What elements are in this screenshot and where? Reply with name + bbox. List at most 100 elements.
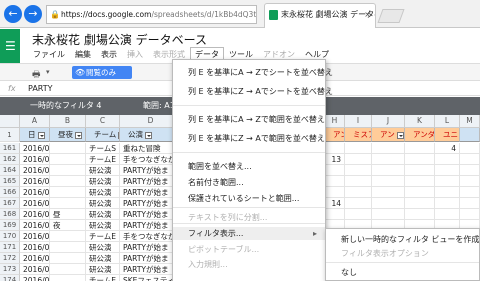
table-cell[interactable]: 2016/08/21 xyxy=(20,198,50,209)
table-cell-value[interactable]: 14 xyxy=(325,198,345,209)
forward-icon[interactable]: → xyxy=(24,5,42,23)
table-cell[interactable]: 2016/08/15 xyxy=(20,176,50,187)
table-cell[interactable] xyxy=(435,154,460,165)
table-cell[interactable] xyxy=(405,165,435,176)
printer-icon[interactable]: 🖶 xyxy=(32,67,41,83)
column-header-C[interactable]: C xyxy=(86,115,120,128)
row-header[interactable]: 174 xyxy=(0,275,20,281)
table-cell[interactable] xyxy=(372,176,405,187)
table-cell[interactable] xyxy=(372,154,405,165)
menu-item-sort-range-az[interactable]: 列 E を基準にA → Zで範囲を並べ替え xyxy=(188,114,325,125)
submenu-item-none[interactable]: なし xyxy=(341,267,357,278)
table-cell[interactable]: 2016/08/28 xyxy=(20,220,50,231)
table-cell[interactable]: 2016/08/02 xyxy=(20,154,50,165)
filter-dropdown-icon[interactable] xyxy=(396,131,404,139)
row-header[interactable]: 162 xyxy=(0,154,20,165)
address-bar[interactable]: 🔒 https://docs.google.com/spreadsheets/d… xyxy=(46,5,257,24)
table-cell[interactable] xyxy=(460,143,480,154)
filter-dropdown-icon[interactable] xyxy=(75,131,82,139)
table-cell[interactable]: チームE xyxy=(86,154,120,165)
table-cell[interactable] xyxy=(405,154,435,165)
table-cell[interactable] xyxy=(50,165,86,176)
table-cell[interactable] xyxy=(460,154,480,165)
header-cell-M[interactable] xyxy=(460,128,480,142)
header-cell-B[interactable]: 昼夜 xyxy=(50,128,86,142)
table-cell[interactable] xyxy=(325,176,345,187)
table-cell[interactable] xyxy=(435,209,460,220)
table-cell[interactable]: 研公演 xyxy=(86,187,120,198)
table-cell[interactable] xyxy=(460,209,480,220)
column-header-H[interactable]: H xyxy=(325,115,345,128)
table-cell[interactable] xyxy=(325,187,345,198)
row-header[interactable]: 164 xyxy=(0,165,20,176)
column-header-M[interactable]: M xyxy=(460,115,480,128)
table-cell[interactable]: 研公演 xyxy=(86,220,120,231)
back-icon[interactable]: ← xyxy=(4,5,22,23)
table-cell[interactable] xyxy=(345,176,372,187)
row-header[interactable]: 161 xyxy=(0,143,20,154)
new-tab-button[interactable] xyxy=(377,9,405,23)
doc-title[interactable]: 末永桜花 劇場公演 データベース xyxy=(32,31,207,48)
table-cell[interactable] xyxy=(345,165,372,176)
menu-item-sort-sheet-za[interactable]: 列 E を基準にZ → Aでシートを並べ替え xyxy=(188,86,333,97)
menu-item-3[interactable]: 挿入 xyxy=(122,48,148,61)
row-header[interactable]: 171 xyxy=(0,242,20,253)
filter-view-name[interactable]: 一時的なフィルタ 4 xyxy=(30,97,101,115)
column-header-A[interactable]: A xyxy=(20,115,50,128)
table-cell[interactable] xyxy=(435,198,460,209)
menu-item-sort-range-za[interactable]: 列 E を基準にZ → Aで範囲を並べ替え xyxy=(188,133,325,144)
table-cell[interactable]: 2016/08/16 xyxy=(20,187,50,198)
table-cell[interactable]: 夜 xyxy=(50,220,86,231)
table-cell[interactable] xyxy=(50,231,86,242)
table-cell[interactable] xyxy=(325,143,345,154)
header-cell-H[interactable]: アン xyxy=(325,128,345,142)
table-cell[interactable]: 昼 xyxy=(50,209,86,220)
table-cell[interactable] xyxy=(345,209,372,220)
table-cell[interactable]: 2016/09/15 xyxy=(20,275,50,281)
menu-item-named-ranges[interactable]: 名前付き範囲... xyxy=(188,177,244,188)
table-cell[interactable]: チームE xyxy=(86,231,120,242)
column-header-L[interactable]: L xyxy=(435,115,460,128)
table-cell[interactable] xyxy=(405,209,435,220)
header-cell-C[interactable]: チーム xyxy=(86,128,120,142)
row-header[interactable]: 168 xyxy=(0,209,20,220)
row-header[interactable]: 165 xyxy=(0,176,20,187)
header-cell-L[interactable]: ユニット xyxy=(435,128,460,142)
table-cell[interactable]: 2016/08/01 xyxy=(20,143,50,154)
table-cell[interactable] xyxy=(50,242,86,253)
tab-close-icon[interactable]: × xyxy=(364,4,371,26)
menu-item-0[interactable]: ファイル xyxy=(28,48,70,61)
table-cell[interactable]: 2016/08/28 xyxy=(20,209,50,220)
row-header[interactable]: 172 xyxy=(0,253,20,264)
table-cell[interactable]: 2016/09/10 xyxy=(20,253,50,264)
table-cell[interactable] xyxy=(50,264,86,275)
table-cell[interactable] xyxy=(50,198,86,209)
table-cell[interactable] xyxy=(372,143,405,154)
table-cell[interactable] xyxy=(345,154,372,165)
table-cell[interactable]: チームS xyxy=(86,143,120,154)
header-cell-A[interactable]: 日 xyxy=(20,128,50,142)
table-cell[interactable] xyxy=(325,209,345,220)
table-cell[interactable] xyxy=(345,198,372,209)
row-header[interactable]: 170 xyxy=(0,231,20,242)
table-cell[interactable] xyxy=(460,198,480,209)
table-cell[interactable] xyxy=(372,209,405,220)
table-cell[interactable] xyxy=(50,154,86,165)
table-cell[interactable] xyxy=(345,187,372,198)
table-cell[interactable]: 研公演 xyxy=(86,253,120,264)
table-cell[interactable] xyxy=(460,176,480,187)
row-header-1[interactable]: 1 xyxy=(0,128,20,142)
filter-dropdown-icon[interactable] xyxy=(37,131,45,139)
submenu-item-new-temp-filter-view[interactable]: 新しい一時的なフィルタ ビューを作成 xyxy=(341,234,479,245)
menu-item-protected-ranges[interactable]: 保護されているシートと範囲... xyxy=(188,193,299,204)
corner-cell[interactable] xyxy=(0,115,20,128)
table-cell[interactable] xyxy=(435,165,460,176)
header-cell-K[interactable]: アンダ xyxy=(405,128,435,142)
table-cell[interactable] xyxy=(372,165,405,176)
table-cell[interactable]: 2016/09/03 xyxy=(20,242,50,253)
table-cell[interactable] xyxy=(345,143,372,154)
column-header-K[interactable]: K xyxy=(405,115,435,128)
table-cell[interactable]: 研公演 xyxy=(86,198,120,209)
table-cell[interactable] xyxy=(435,176,460,187)
column-header-I[interactable]: I xyxy=(345,115,372,128)
